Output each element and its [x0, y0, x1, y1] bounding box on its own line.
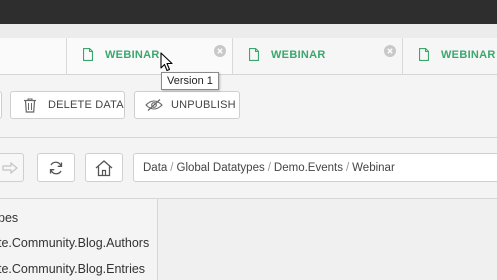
breadcrumb-item[interactable]: Data	[143, 162, 167, 174]
home-button[interactable]	[85, 153, 123, 182]
sidebar-item-blog-entries[interactable]: te.Community.Blog.Entries	[0, 262, 145, 276]
breadcrumb-item[interactable]: Demo.Events	[274, 162, 343, 174]
tab-label: WEBINAR	[105, 49, 160, 61]
eye-slash-icon	[145, 99, 163, 114]
tab-webinar-2[interactable]: WEBINAR	[232, 38, 402, 74]
toolbar: DELETE DATA UNPUBLISH	[0, 75, 497, 138]
breadcrumb-separator: /	[267, 162, 271, 174]
tab-tooltip: Version 1	[161, 72, 219, 90]
forward-button[interactable]	[0, 153, 24, 182]
tab-webinar-1[interactable]: WEBINAR	[66, 38, 232, 74]
trash-icon	[23, 98, 37, 116]
tab-bar: WEBINAR WEBINAR WEBINAR	[0, 24, 497, 75]
close-icon[interactable]	[384, 45, 396, 57]
toolbar-button-partial[interactable]	[0, 91, 2, 119]
navigation-bar: Data / Global Datatypes / Demo.Events / Webina…	[0, 138, 497, 199]
breadcrumb: Data / Global Datatypes / Demo.Events / Webina…	[133, 153, 497, 182]
content-area	[158, 199, 497, 280]
unpublish-button[interactable]: UNPUBLISH	[134, 91, 240, 119]
tab-previous[interactable]	[0, 38, 66, 74]
tab-webinar-3[interactable]: WEBINAR	[402, 38, 497, 74]
delete-data-button[interactable]: DELETE DATA	[10, 91, 125, 119]
unpublish-label: UNPUBLISH	[171, 99, 236, 111]
breadcrumb-item[interactable]: Webinar	[352, 162, 395, 174]
sidebar-tree: pes te.Community.Blog.Authors te.Communi…	[0, 199, 158, 280]
document-icon	[418, 47, 430, 62]
breadcrumb-separator: /	[170, 162, 174, 174]
breadcrumb-separator: /	[345, 162, 350, 174]
tab-label: WEBINAR	[441, 49, 496, 61]
document-icon	[248, 47, 260, 62]
delete-data-label: DELETE DATA	[48, 99, 124, 111]
sidebar-item-datatypes[interactable]: pes	[0, 211, 18, 225]
close-icon[interactable]	[214, 45, 226, 57]
refresh-button[interactable]	[37, 153, 75, 182]
sidebar-item-blog-authors[interactable]: te.Community.Blog.Authors	[0, 236, 149, 250]
mouse-pointer-icon	[160, 52, 174, 72]
breadcrumb-item[interactable]: Global Datatypes	[177, 162, 265, 174]
document-icon	[82, 47, 94, 62]
tab-label: WEBINAR	[271, 49, 326, 61]
app-top-bar	[0, 0, 497, 24]
